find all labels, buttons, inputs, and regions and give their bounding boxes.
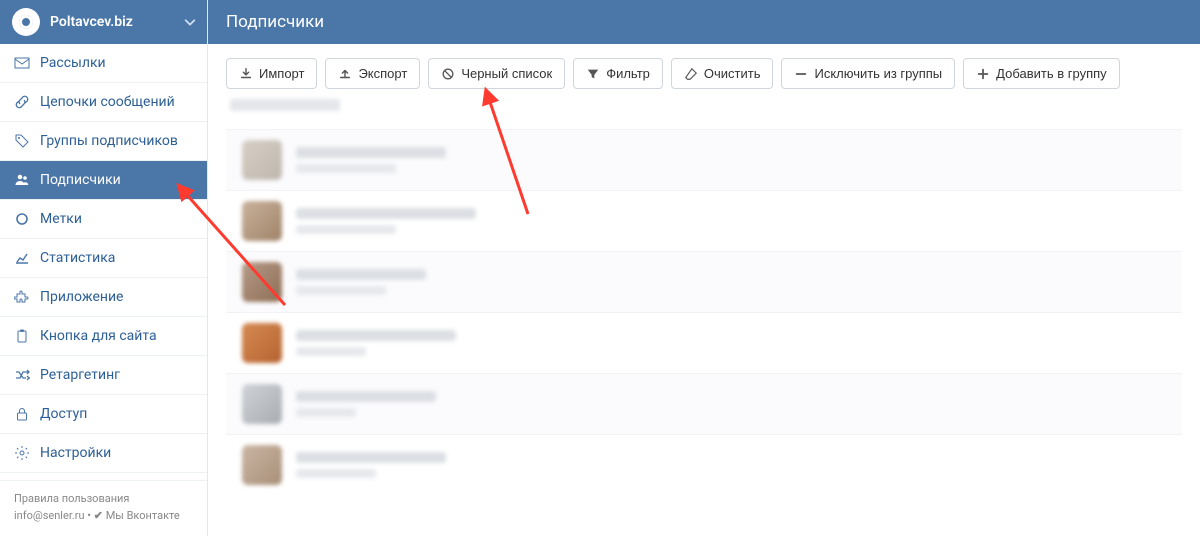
sidebar-item-chains[interactable]: Цепочки сообщений xyxy=(0,83,207,122)
sidebar-item-label: Рассылки xyxy=(40,55,106,71)
sidebar-item-subscribers[interactable]: Подписчики xyxy=(0,161,207,200)
ban-icon xyxy=(441,67,455,81)
list-item[interactable] xyxy=(226,434,1182,495)
brand-name: Poltavcev.biz xyxy=(50,14,183,30)
sidebar-item-label: Статистика xyxy=(40,250,115,266)
envelope-icon xyxy=(14,55,30,71)
list-item[interactable] xyxy=(226,373,1182,434)
sidebar-item-stats[interactable]: Статистика xyxy=(0,239,207,278)
vk-icon: ✔ xyxy=(94,509,103,522)
gear-icon xyxy=(14,445,30,461)
sidebar-item-label: Метки xyxy=(40,211,82,227)
add-to-group-button[interactable]: Добавить в группу xyxy=(963,58,1120,89)
brand-logo xyxy=(12,8,40,36)
result-count xyxy=(230,99,1182,119)
avatar xyxy=(242,384,282,424)
export-button[interactable]: Экспорт xyxy=(325,58,420,89)
eraser-icon xyxy=(684,67,698,81)
link-icon xyxy=(14,94,30,110)
avatar xyxy=(242,323,282,363)
sidebar-item-label: Группы подписчиков xyxy=(40,133,178,149)
users-icon xyxy=(14,172,30,188)
chart-icon xyxy=(14,250,30,266)
sidebar-item-label: Доступ xyxy=(40,406,87,422)
main: Подписчики Импорт Экспорт Черный список xyxy=(208,0,1200,536)
clear-button[interactable]: Очистить xyxy=(671,58,774,89)
exclude-from-group-button[interactable]: Исключить из группы xyxy=(781,58,955,89)
avatar xyxy=(242,201,282,241)
avatar xyxy=(242,445,282,485)
subscriber-list xyxy=(226,129,1182,495)
import-button[interactable]: Импорт xyxy=(226,58,317,89)
sidebar-nav: Рассылки Цепочки сообщений Группы подпис… xyxy=(0,44,207,480)
sidebar-item-retargeting[interactable]: Ретаргетинг xyxy=(0,356,207,395)
footer-email[interactable]: info@senler.ru xyxy=(14,509,85,522)
sidebar-item-mailings[interactable]: Рассылки xyxy=(0,44,207,83)
avatar xyxy=(242,140,282,180)
list-item[interactable] xyxy=(226,190,1182,251)
sidebar-item-access[interactable]: Доступ xyxy=(0,395,207,434)
lock-icon xyxy=(14,406,30,422)
list-item[interactable] xyxy=(226,129,1182,190)
footer-vk-link[interactable]: Мы Вконтакте xyxy=(106,509,180,522)
filter-button[interactable]: Фильтр xyxy=(573,58,663,89)
sidebar-item-label: Настройки xyxy=(40,445,111,461)
sidebar-item-label: Кнопка для сайта xyxy=(40,328,157,344)
chevron-down-icon xyxy=(183,15,197,29)
sidebar-item-settings[interactable]: Настройки xyxy=(0,434,207,473)
sidebar-item-label: Приложение xyxy=(40,289,123,305)
topbar: Подписчики xyxy=(208,0,1200,44)
clipboard-icon xyxy=(14,328,30,344)
avatar xyxy=(242,262,282,302)
upload-icon xyxy=(338,67,352,81)
puzzle-icon xyxy=(14,289,30,305)
sidebar-item-sitebutton[interactable]: Кнопка для сайта xyxy=(0,317,207,356)
page-title: Подписчики xyxy=(226,12,324,32)
sidebar-item-label: Ретаргетинг xyxy=(40,367,120,383)
circle-icon xyxy=(14,211,30,227)
sidebar: Poltavcev.biz Рассылки Цепочки сообщений… xyxy=(0,0,208,536)
sidebar-footer: Правила пользования info@senler.ru • ✔ М… xyxy=(0,480,207,536)
shuffle-icon xyxy=(14,367,30,383)
list-item[interactable] xyxy=(226,251,1182,312)
sidebar-item-label: Цепочки сообщений xyxy=(40,94,175,110)
filter-icon xyxy=(586,67,600,81)
sidebar-item-app[interactable]: Приложение xyxy=(0,278,207,317)
download-icon xyxy=(239,67,253,81)
brand-switcher[interactable]: Poltavcev.biz xyxy=(0,0,207,44)
terms-link[interactable]: Правила пользования xyxy=(14,491,193,508)
blacklist-button[interactable]: Черный список xyxy=(428,58,565,89)
content: Импорт Экспорт Черный список Фильтр Очис… xyxy=(208,44,1200,536)
list-item[interactable] xyxy=(226,312,1182,373)
sidebar-item-groups[interactable]: Группы подписчиков xyxy=(0,122,207,161)
sidebar-item-label: Подписчики xyxy=(40,172,121,188)
sidebar-item-labels[interactable]: Метки xyxy=(0,200,207,239)
tags-icon xyxy=(14,133,30,149)
minus-icon xyxy=(794,67,808,81)
toolbar: Импорт Экспорт Черный список Фильтр Очис… xyxy=(226,58,1182,89)
plus-icon xyxy=(976,67,990,81)
